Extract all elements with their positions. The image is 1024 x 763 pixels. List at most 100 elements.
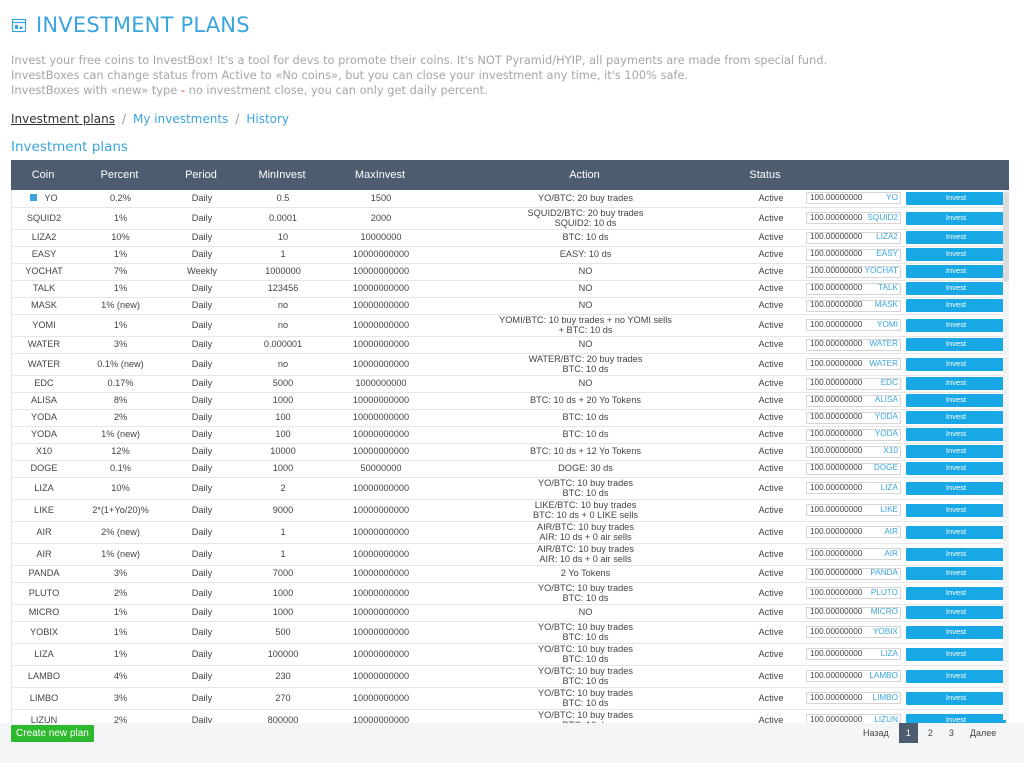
breadcrumb-my-investments[interactable]: My investments xyxy=(133,112,228,126)
invest-button[interactable]: Invest xyxy=(906,428,1006,441)
page-title: INVESTMENT PLANS xyxy=(36,13,250,37)
invest-amount-input[interactable]: 100.00000000 YOBIX xyxy=(806,626,901,638)
section-title: Investment plans xyxy=(11,139,128,155)
invest-button[interactable]: Invest xyxy=(906,357,1006,371)
invest-amount-value: 100.00000000 xyxy=(810,249,863,259)
pagination-page-3[interactable]: 3 xyxy=(941,723,962,743)
invest-button[interactable]: Invest xyxy=(906,713,1006,723)
invest-button[interactable]: Invest xyxy=(906,462,1006,475)
max-invest-cell: 10000000000 xyxy=(327,621,435,644)
invest-button[interactable]: Invest xyxy=(906,411,1006,424)
invest-amount-input[interactable]: 100.00000000 LAMBO xyxy=(806,670,901,682)
invest-amount-input[interactable]: 100.00000000 AIR xyxy=(806,548,901,560)
invest-button[interactable]: Invest xyxy=(906,377,1006,390)
amount-cell: 100.00000000 LAMBO xyxy=(806,665,906,688)
invest-amount-input[interactable]: 100.00000000 AIR xyxy=(806,526,901,538)
invest-button[interactable]: Invest xyxy=(906,282,1006,295)
invest-button[interactable]: Invest xyxy=(906,211,1006,225)
invest-amount-input[interactable]: 100.00000000 X10 xyxy=(806,445,901,458)
invest-button[interactable]: Invest xyxy=(906,445,1006,458)
column-header-action[interactable]: Action xyxy=(434,169,735,181)
invest-amount-currency: LIKE xyxy=(880,504,898,514)
invest-button[interactable]: Invest xyxy=(906,586,1006,600)
invest-amount-input[interactable]: 100.00000000 LIZUN xyxy=(806,714,901,723)
invest-button[interactable]: Invest xyxy=(906,248,1006,261)
invest-amount-input[interactable]: 100.00000000 LIMBO xyxy=(806,692,901,704)
coin-name: TALK xyxy=(32,283,56,294)
column-header-coin[interactable]: Coin xyxy=(11,169,75,181)
min-invest-cell: 1000 xyxy=(239,582,327,605)
invest-button[interactable]: Invest xyxy=(906,503,1006,517)
invest-amount-input[interactable]: 100.00000000 LIZA xyxy=(806,648,901,660)
column-header-percent[interactable]: Percent xyxy=(75,169,164,181)
table-body-scroll[interactable]: YO 0.2% Daily 0.5 1500 YO/BTC: 20 buy trades A… xyxy=(11,190,1009,723)
invest-amount-input[interactable]: 100.00000000 TALK xyxy=(806,282,901,295)
invest-button[interactable]: Invest xyxy=(906,481,1006,495)
invest-amount-input[interactable]: 100.00000000 LIZA xyxy=(806,482,901,494)
invest-button[interactable]: Invest xyxy=(906,318,1006,332)
invest-button[interactable]: Invest xyxy=(906,338,1006,351)
invest-amount-input[interactable]: 100.00000000 SQUID2 xyxy=(806,212,901,224)
table-row: YOCHAT 7% Weekly 1000000 10000000000 NO Active… xyxy=(12,263,1008,281)
invest-amount-input[interactable]: 100.00000000 YODA xyxy=(806,411,901,424)
min-invest-cell: 230 xyxy=(239,665,327,688)
invest-amount-input[interactable]: 100.00000000 PLUTO xyxy=(806,587,901,599)
invest-amount-input[interactable]: 100.00000000 LIKE xyxy=(806,504,901,516)
table-scrollbar[interactable] xyxy=(1003,190,1009,720)
invest-amount-input[interactable]: 100.00000000 YODA xyxy=(806,428,901,441)
invest-amount-input[interactable]: 100.00000000 EDC xyxy=(806,377,901,390)
action-line-2: SQUID2: 10 ds xyxy=(554,218,617,228)
invest-amount-input[interactable]: 100.00000000 DOGE xyxy=(806,462,901,475)
invest-button[interactable]: Invest xyxy=(906,647,1006,661)
column-header-status[interactable]: Status xyxy=(735,169,795,181)
invest-button[interactable]: Invest xyxy=(906,669,1006,683)
action-line-1: EASY: 10 ds xyxy=(559,249,612,260)
max-invest-cell: 10000000000 xyxy=(327,426,435,444)
invest-button[interactable]: Invest xyxy=(906,231,1006,244)
breadcrumb-history[interactable]: History xyxy=(246,112,289,126)
invest-button[interactable]: Invest xyxy=(906,265,1006,278)
table-row: LIZUN 2% Daily 800000 10000000000 YO/BTC: 10 … xyxy=(12,709,1008,723)
pagination-page-2[interactable]: 2 xyxy=(920,723,941,743)
status-cell: Active xyxy=(736,409,806,427)
scrollbar-thumb[interactable] xyxy=(1003,192,1009,282)
pagination-page-1[interactable]: 1 xyxy=(898,723,918,743)
action-line-2: BTC: 10 ds xyxy=(562,593,609,603)
invest-button[interactable]: Invest xyxy=(906,567,1006,580)
invest-amount-input[interactable]: 100.00000000 MASK xyxy=(806,299,901,312)
invest-amount-input[interactable]: 100.00000000 WATER xyxy=(806,338,901,351)
invest-amount-value: 100.00000000 xyxy=(810,714,863,723)
invest-button[interactable]: Invest xyxy=(906,299,1006,312)
invest-button[interactable]: Invest xyxy=(906,547,1006,561)
column-header-maxinvest[interactable]: MaxInvest xyxy=(326,169,434,181)
invest-button[interactable]: Invest xyxy=(906,606,1006,619)
create-new-plan-button[interactable]: Create new plan xyxy=(11,725,94,742)
coin-cell: LIZA xyxy=(12,477,76,500)
invest-button[interactable]: Invest xyxy=(906,191,1006,205)
coin-name: MASK xyxy=(30,300,58,311)
invest-button[interactable]: Invest xyxy=(906,625,1006,639)
column-header-period[interactable]: Period xyxy=(164,169,238,181)
invest-amount-input[interactable]: 100.00000000 MICRO xyxy=(806,606,901,619)
action-line-1: YO/BTC: 10 buy trades xyxy=(538,582,633,593)
invest-amount-input[interactable]: 100.00000000 LIZA2 xyxy=(806,231,901,244)
invest-button[interactable]: Invest xyxy=(906,394,1006,407)
invest-amount-input[interactable]: 100.00000000 YOMI xyxy=(806,319,901,331)
column-header-mininvest[interactable]: MinInvest xyxy=(238,169,326,181)
invest-amount-input[interactable]: 100.00000000 ALISA xyxy=(806,394,901,407)
invest-amount-input[interactable]: 100.00000000 YO xyxy=(806,192,901,205)
invest-button[interactable]: Invest xyxy=(906,691,1006,705)
invest-amount-input[interactable]: 100.00000000 EASY xyxy=(806,248,901,261)
pagination-next[interactable]: Далее xyxy=(962,723,1004,743)
invest-amount-input[interactable]: 100.00000000 WATER xyxy=(806,358,901,370)
plans-table: Coin Percent Period MinInvest MaxInvest … xyxy=(11,160,1009,723)
invest-amount-value: 100.00000000 xyxy=(810,670,863,680)
invest-amount-input[interactable]: 100.00000000 PANDA xyxy=(806,567,901,580)
pagination-prev[interactable]: Назад xyxy=(855,723,897,743)
coin-cell: LIMBO xyxy=(12,687,76,710)
action-line-2: BTC: 10 ds xyxy=(562,488,609,498)
intro-line-1: Invest your free coins to InvestBox! It'… xyxy=(11,53,828,67)
invest-button[interactable]: Invest xyxy=(906,525,1006,539)
invest-amount-input[interactable]: 100.00000000 YOCHAT xyxy=(806,265,901,278)
breadcrumb-investment-plans[interactable]: Investment plans xyxy=(11,112,115,126)
